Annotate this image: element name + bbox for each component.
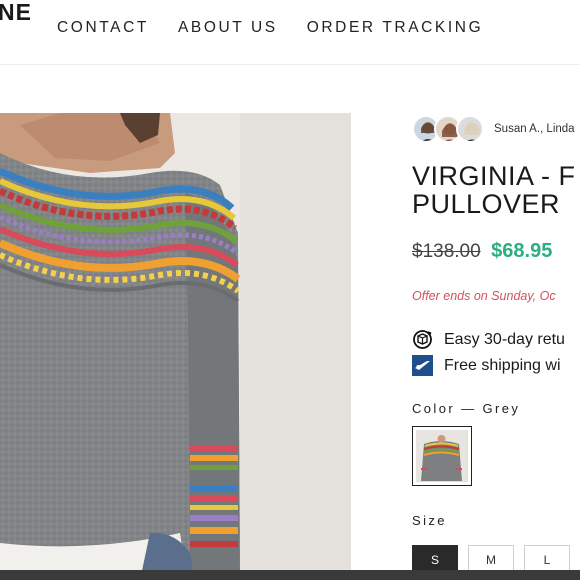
product-title: VIRGINIA - F PULLOVER bbox=[412, 162, 576, 218]
product-title-line-1: VIRGINIA - F bbox=[412, 161, 576, 191]
product-image[interactable] bbox=[0, 113, 351, 580]
color-swatch-grey[interactable] bbox=[412, 426, 472, 486]
perk-returns: Easy 30-day retu bbox=[412, 329, 565, 350]
nav-order-tracking[interactable]: ORDER TRACKING bbox=[307, 19, 484, 37]
reviewer-names: Susan A., Linda bbox=[494, 123, 575, 135]
window-bottom-bar bbox=[0, 570, 580, 580]
size-label: Size bbox=[412, 513, 447, 528]
perk-shipping: Free shipping wi bbox=[412, 355, 561, 376]
color-label: Color — Grey bbox=[412, 401, 521, 416]
original-price: $138.00 bbox=[412, 241, 481, 262]
nav-about-us[interactable]: ABOUT US bbox=[178, 19, 278, 37]
product-title-line-2: PULLOVER bbox=[412, 189, 561, 219]
reviewer-avatar bbox=[456, 115, 484, 143]
main-nav: CONTACT ABOUT US ORDER TRACKING bbox=[57, 19, 483, 37]
offer-countdown: Offer ends on Sunday, Oc bbox=[412, 289, 556, 303]
perk-shipping-text: Free shipping wi bbox=[444, 356, 561, 374]
site-logo[interactable]: NE bbox=[0, 0, 32, 24]
perk-returns-text: Easy 30-day retu bbox=[444, 330, 565, 348]
swatch-thumbnail bbox=[416, 430, 468, 482]
returns-icon bbox=[412, 329, 433, 350]
reviewer-strip[interactable]: Susan A., Linda bbox=[412, 113, 575, 145]
site-header: NE CONTACT ABOUT US ORDER TRACKING bbox=[0, 0, 580, 65]
nav-contact[interactable]: CONTACT bbox=[57, 19, 149, 37]
usps-icon bbox=[412, 355, 433, 376]
sale-price: $68.95 bbox=[491, 240, 553, 262]
price-block: $138.00 $68.95 bbox=[412, 240, 552, 263]
